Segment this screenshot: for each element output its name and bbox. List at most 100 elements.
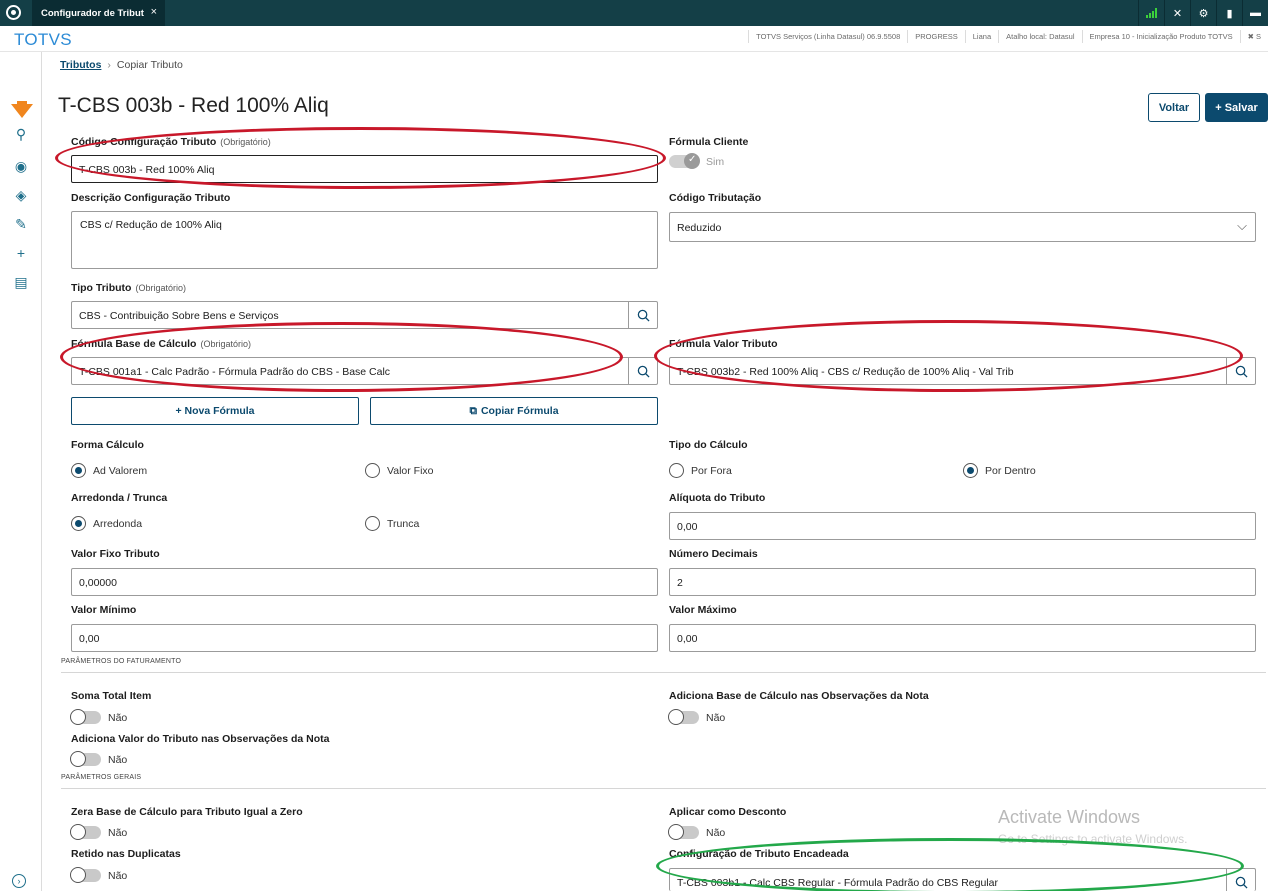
valor-maximo-label: Valor Máximo: [669, 604, 737, 616]
formula-base-value: T-CBS 001a1 - Calc Padrão - Fórmula Padr…: [79, 366, 391, 378]
top-icons: ✕ ⚙ ▮ ▬: [1138, 0, 1268, 26]
chat-icon[interactable]: ▬: [1242, 0, 1268, 26]
config-encadeada-input[interactable]: T-CBS 003b1 - Calc CBS Regular - Fórmula…: [669, 868, 1256, 891]
plus-icon[interactable]: +: [13, 245, 29, 261]
save-button[interactable]: + Salvar: [1205, 93, 1268, 122]
tipo-tributo-label: Tipo Tributo (Obrigatório): [71, 282, 186, 294]
tab-configurador[interactable]: Configurador de Tribut ×: [32, 0, 165, 26]
radio-valor-fixo[interactable]: Valor Fixo: [365, 463, 434, 478]
radio-por-fora[interactable]: Por Fora: [669, 463, 732, 478]
brand-logo: TOTVS: [14, 30, 72, 49]
aliquota-label: Alíquota do Tributo: [669, 492, 766, 504]
header-infos: TOTVS Serviços (Linha Datasul) 06.9.5508…: [748, 30, 1268, 43]
copy-icon: ⧉: [469, 404, 477, 417]
codigo-input[interactable]: T-CBS 003b - Red 100% Aliq: [71, 155, 658, 183]
tab-title: Configurador de Tribut: [41, 8, 144, 19]
nova-formula-button[interactable]: + Nova Fórmula: [71, 397, 359, 425]
adiciona-valor-toggle[interactable]: Não: [70, 751, 127, 767]
radio-ad-valorem[interactable]: Ad Valorem: [71, 463, 147, 478]
aplicar-desconto-label: Aplicar como Desconto: [669, 806, 787, 818]
forma-calculo-label: Forma Cálculo: [71, 439, 144, 451]
arredonda-label: Arredonda / Trunca: [71, 492, 168, 504]
save-label: Salvar: [1224, 101, 1258, 114]
breadcrumb-current: Copiar Tributo: [116, 59, 183, 71]
zera-base-label: Zera Base de Cálculo para Tributo Igual …: [71, 806, 303, 818]
sidebar: ⚲ ◉ ◈ ✎ + ▤: [0, 52, 42, 891]
formula-cliente-label: Fórmula Cliente: [669, 136, 749, 148]
radio-trunca[interactable]: Trunca: [365, 516, 419, 531]
num-decimais-input[interactable]: 2: [669, 568, 1256, 596]
adiciona-base-label: Adiciona Base de Cálculo nas Observações…: [669, 690, 929, 702]
app-header: TOTVS TOTVS Serviços (Linha Datasul) 06.…: [0, 26, 1268, 52]
breadcrumb: Tributos › Copiar Tributo: [60, 59, 183, 71]
info-company[interactable]: Empresa 10 - Inicialização Produto TOTVS: [1081, 30, 1240, 43]
section-gerais: PARÂMETROS GERAIS: [61, 774, 142, 781]
num-decimais-label: Número Decimais: [669, 548, 758, 560]
valor-fixo-label: Valor Fixo Tributo: [71, 548, 160, 560]
adiciona-base-toggle[interactable]: Não: [668, 709, 725, 725]
shuffle-icon[interactable]: ✕: [1164, 0, 1190, 26]
codigo-tributacao-label: Código Tributação: [669, 192, 762, 204]
valor-fixo-input[interactable]: 0,00000: [71, 568, 658, 596]
signal-icon[interactable]: [1138, 0, 1164, 26]
activate-windows-hint: Go to Settings to activate Windows.: [998, 832, 1188, 846]
codigo-tributacao-value: Reduzido: [677, 222, 722, 234]
adiciona-valor-label: Adiciona Valor do Tributo nas Observaçõe…: [71, 733, 330, 745]
page-title: T-CBS 003b - Red 100% Aliq: [58, 94, 329, 117]
aplicar-desconto-toggle[interactable]: Não: [668, 824, 725, 840]
joystick-icon[interactable]: ⚲: [13, 126, 29, 142]
info-product: TOTVS Serviços (Linha Datasul) 06.9.5508: [748, 30, 907, 43]
tipo-calculo-label: Tipo do Cálculo: [669, 439, 748, 451]
divider: [61, 788, 1266, 789]
formula-valor-value: T-CBS 003b2 - Red 100% Aliq - CBS c/ Red…: [677, 366, 1014, 378]
gear-icon[interactable]: ⚙: [1190, 0, 1216, 26]
retido-label: Retido nas Duplicatas: [71, 848, 181, 860]
activate-windows-watermark: Activate Windows: [998, 807, 1141, 827]
search-icon[interactable]: [1226, 358, 1255, 384]
breadcrumb-root[interactable]: Tributos: [60, 59, 101, 71]
search-icon[interactable]: [628, 358, 657, 384]
tipo-tributo-value: CBS - Contribuição Sobre Bens e Serviços: [79, 310, 279, 322]
copiar-formula-button[interactable]: ⧉ Copiar Fórmula: [370, 397, 658, 425]
document-icon[interactable]: ▮: [1216, 0, 1242, 26]
descricao-textarea[interactable]: CBS c/ Redução de 100% Aliq: [71, 211, 658, 269]
back-button[interactable]: Voltar: [1148, 93, 1200, 122]
info-user[interactable]: Liana: [964, 30, 998, 43]
descricao-label: Descrição Configuração Tributo: [71, 192, 231, 204]
radio-por-dentro[interactable]: Por Dentro: [963, 463, 1036, 478]
formula-valor-input[interactable]: T-CBS 003b2 - Red 100% Aliq - CBS c/ Red…: [669, 357, 1256, 385]
radio-arredonda[interactable]: Arredonda: [71, 516, 142, 531]
search-icon[interactable]: [628, 302, 657, 328]
tab-close-icon[interactable]: ×: [151, 6, 157, 18]
section-faturamento: PARÂMETROS DO FATURAMENTO: [61, 658, 182, 665]
info-progress: PROGRESS: [907, 30, 965, 43]
valor-minimo-label: Valor Mínimo: [71, 604, 137, 616]
aliquota-input[interactable]: 0,00: [669, 512, 1256, 540]
formula-base-input[interactable]: T-CBS 001a1 - Calc Padrão - Fórmula Padr…: [71, 357, 658, 385]
valor-minimo-input[interactable]: 0,00: [71, 624, 658, 652]
soma-total-label: Soma Total Item: [71, 690, 152, 702]
retido-toggle[interactable]: Não: [70, 867, 127, 883]
config-encadeada-value: T-CBS 003b1 - Calc CBS Regular - Fórmula…: [677, 877, 998, 889]
copiar-formula-label: Copiar Fórmula: [480, 405, 559, 417]
edit-icon[interactable]: ✎: [13, 216, 29, 232]
formula-valor-label: Fórmula Valor Tributo: [669, 338, 778, 350]
codigo-label: Código Configuração Tributo (Obrigatório): [71, 136, 271, 148]
zera-base-toggle[interactable]: Não: [70, 824, 127, 840]
formula-cliente-toggle[interactable]: Sim: [669, 153, 724, 169]
location-icon[interactable]: ◉: [13, 158, 29, 174]
top-bar: Configurador de Tribut × ✕ ⚙ ▮ ▬: [0, 0, 1268, 26]
layers-icon[interactable]: ◈: [13, 187, 29, 203]
info-extra[interactable]: ✖ S: [1239, 30, 1268, 43]
app-logo-icon[interactable]: [6, 5, 21, 20]
codigo-tributacao-select[interactable]: Reduzido ⌵: [669, 212, 1256, 242]
briefcase-icon[interactable]: ▤: [13, 274, 29, 290]
config-encadeada-label: Configuração de Tributo Encadeada: [669, 848, 849, 860]
expand-menu-icon[interactable]: ›: [12, 874, 26, 888]
tipo-tributo-input[interactable]: CBS - Contribuição Sobre Bens e Serviços: [71, 301, 658, 329]
info-shortcut[interactable]: Atalho local: Datasul: [998, 30, 1081, 43]
soma-total-toggle[interactable]: Não: [70, 709, 127, 725]
valor-maximo-input[interactable]: 0,00: [669, 624, 1256, 652]
search-icon[interactable]: [1226, 869, 1255, 891]
highlight-arrow-icon: [11, 101, 33, 126]
